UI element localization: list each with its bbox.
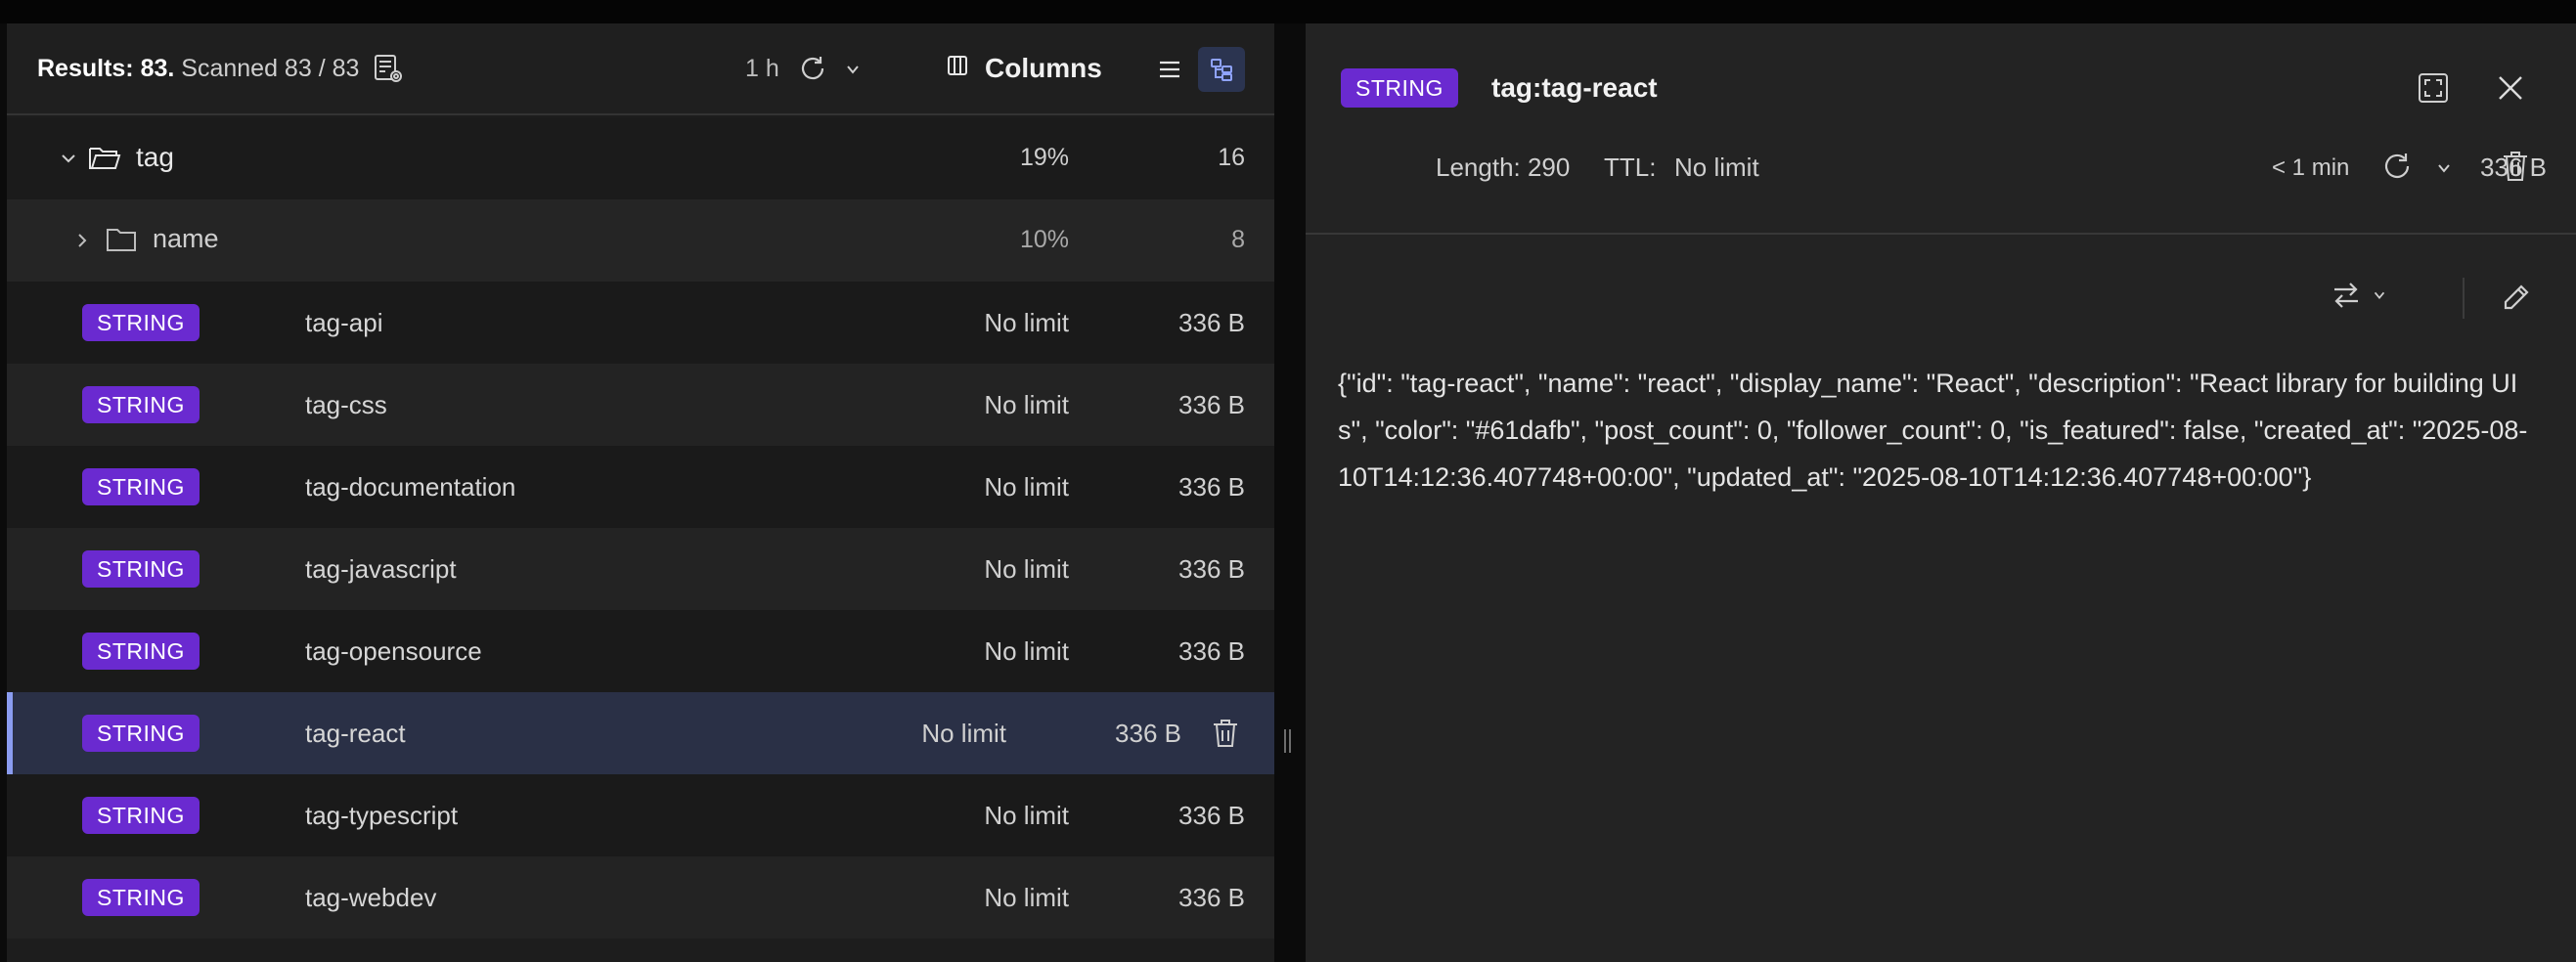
type-badge: STRING	[82, 386, 200, 423]
chevron-down-icon[interactable]	[57, 147, 80, 170]
key-title[interactable]: tag:tag-react	[1491, 72, 1658, 104]
scanned-count: Scanned 83 / 83	[181, 55, 360, 82]
key-name: tag-javascript	[305, 554, 457, 584]
tree-view-icon[interactable]	[1198, 47, 1245, 92]
key-ttl: No limit	[984, 801, 1069, 830]
key-row[interactable]: STRING tag-css No limit 336 B	[7, 364, 1274, 446]
key-name: tag-typescript	[305, 801, 459, 830]
format-icon	[2331, 281, 2362, 315]
folder-percent: 19%	[1019, 144, 1069, 171]
chevron-right-icon[interactable]	[70, 229, 94, 252]
folder-icon	[103, 221, 140, 258]
type-badge: STRING	[82, 633, 200, 670]
key-details-panel: STRING tag:tag-react 336 B Length: 290 T…	[1306, 23, 2576, 962]
columns-button[interactable]: Columns	[946, 45, 1112, 92]
key-size: 336 B	[1115, 719, 1181, 748]
type-badge: STRING	[82, 797, 200, 834]
key-size: 336 B	[1178, 472, 1245, 502]
columns-icon	[946, 53, 969, 84]
folder-percent: 10%	[1019, 226, 1069, 253]
chevron-down-icon	[2372, 287, 2387, 308]
folder-count: 16	[1218, 144, 1245, 171]
folder-row-name[interactable]: name 10% 8	[7, 199, 1274, 282]
refresh-interval[interactable]: 1 h	[745, 55, 779, 83]
type-badge: STRING	[82, 715, 200, 752]
key-ttl: No limit	[984, 636, 1069, 666]
details-header: STRING tag:tag-react 336 B Length: 290 T…	[1306, 23, 2576, 235]
type-badge: STRING	[82, 468, 200, 505]
key-size: 336 B	[1178, 801, 1245, 830]
columns-label: Columns	[985, 53, 1102, 83]
key-size: 336 B	[1178, 308, 1245, 337]
refresh-icon[interactable]	[795, 51, 830, 86]
chevron-down-icon[interactable]	[2432, 156, 2456, 180]
key-row[interactable]: STRING tag-typescript No limit 336 B	[7, 774, 1274, 856]
key-name: tag-api	[305, 308, 383, 337]
format-selector[interactable]	[2331, 278, 2403, 317]
ttl-label: TTL:	[1604, 153, 1657, 182]
key-name: tag-css	[305, 390, 387, 419]
browser-toolbar: Results: 83. Scanned 83 / 83 1 h Columns	[7, 23, 1274, 115]
key-row[interactable]: STRING tag-api No limit 336 B	[7, 282, 1274, 364]
results-summary: Results: 83. Scanned 83 / 83	[37, 55, 359, 83]
key-row[interactable]: STRING tag-opensource No limit 336 B	[7, 610, 1274, 692]
key-row[interactable]: STRING tag-documentation No limit 336 B	[7, 446, 1274, 528]
key-row[interactable]: STRING tag-javascript No limit 336 B	[7, 528, 1274, 610]
key-size: 336 B	[1178, 883, 1245, 912]
close-icon[interactable]	[2491, 68, 2530, 108]
folder-count: 8	[1231, 226, 1245, 253]
key-ttl: No limit	[984, 472, 1069, 502]
key-ttl: No limit	[984, 308, 1069, 337]
refresh-icon[interactable]	[2377, 147, 2417, 186]
key-row[interactable]: STRING tag-webdev No limit 336 B	[7, 856, 1274, 939]
key-ttl: No limit	[984, 554, 1069, 584]
type-badge: STRING	[82, 304, 200, 341]
list-view-icon[interactable]	[1147, 47, 1192, 92]
edit-icon[interactable]	[2497, 278, 2536, 317]
folder-name: tag	[136, 142, 174, 172]
chevron-down-icon[interactable]	[840, 57, 866, 82]
key-browser-panel: Results: 83. Scanned 83 / 83 1 h Columns…	[7, 23, 1274, 962]
key-value-text[interactable]: {"id": "tag-react", "name": "react", "di…	[1338, 360, 2541, 501]
key-ttl: No limit	[984, 390, 1069, 419]
key-size: 336 B	[1178, 390, 1245, 419]
delete-icon[interactable]	[1208, 716, 1243, 751]
key-row-selected[interactable]: STRING tag-react No limit 336 B	[7, 692, 1274, 774]
type-badge: STRING	[82, 879, 200, 916]
folder-open-icon	[86, 139, 123, 176]
key-ttl: No limit	[984, 883, 1069, 912]
type-badge: STRING	[82, 550, 200, 588]
window-top-strip	[0, 0, 2576, 23]
delete-icon[interactable]	[2496, 147, 2535, 186]
key-length: Length: 290	[1436, 153, 1571, 182]
last-refresh: < 1 min	[2272, 154, 2350, 181]
key-name: tag-opensource	[305, 636, 482, 666]
key-name: tag-react	[305, 719, 406, 748]
key-name: tag-documentation	[305, 472, 516, 502]
folder-name: name	[153, 224, 219, 253]
value-toolbar	[1306, 235, 2576, 332]
results-count: Results: 83.	[37, 55, 175, 82]
folder-row-tag[interactable]: tag 19% 16	[7, 117, 1274, 199]
key-ttl: No limit	[921, 719, 1006, 748]
key-name: tag-webdev	[305, 883, 437, 912]
key-size: 336 B	[1178, 554, 1245, 584]
ttl-value[interactable]: No limit	[1674, 153, 1759, 183]
toolbar-divider	[2463, 278, 2465, 319]
type-badge: STRING	[1341, 68, 1458, 108]
scan-settings-icon[interactable]	[369, 49, 408, 88]
key-size: 336 B	[1178, 636, 1245, 666]
panel-resize-handle[interactable]	[1281, 722, 1293, 761]
expand-icon[interactable]	[2414, 68, 2453, 108]
